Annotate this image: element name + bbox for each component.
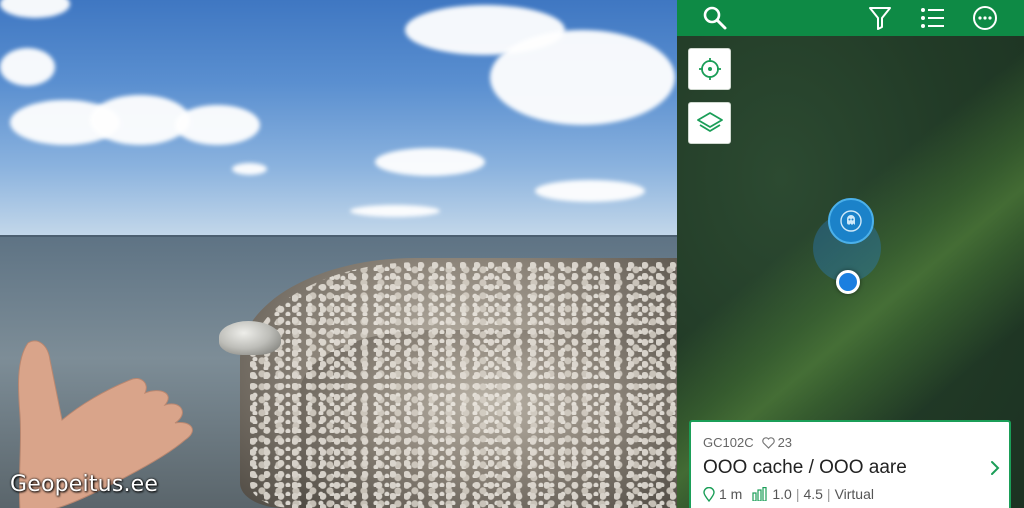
ghost-icon	[840, 210, 862, 232]
crosshair-icon	[698, 58, 721, 80]
terrain: 4.5	[803, 486, 823, 502]
search-button[interactable]	[695, 0, 735, 36]
layers-icon	[696, 112, 723, 132]
separator: |	[795, 486, 800, 502]
satellite-map[interactable]: GC102C 23 OOO cache / OOO aare 1 m 1.0 |…	[677, 36, 1024, 508]
cloud	[490, 30, 675, 125]
horizon	[0, 235, 677, 237]
list-button[interactable]	[913, 0, 953, 36]
favorites-count: 23	[777, 435, 793, 450]
list-icon	[921, 8, 944, 28]
distance: 1 m	[719, 486, 743, 502]
cloud	[0, 48, 55, 86]
distance-pin-icon	[703, 486, 715, 502]
difficulty-bars-icon	[752, 487, 767, 501]
pebbles	[250, 262, 677, 508]
cloud	[375, 148, 485, 176]
chevron-right-icon	[991, 461, 1000, 475]
user-location-dot	[836, 270, 860, 294]
geocaching-app: GC102C 23 OOO cache / OOO aare 1 m 1.0 |…	[677, 0, 1024, 508]
separator: |	[826, 486, 831, 502]
more-icon	[973, 6, 997, 30]
cloud	[350, 205, 440, 217]
cloud	[232, 163, 267, 175]
filter-icon	[869, 7, 891, 30]
locate-button[interactable]	[688, 48, 731, 90]
photo-panel: Geopeitus.ee	[0, 0, 677, 508]
filter-button[interactable]	[860, 0, 900, 36]
cloud	[175, 105, 260, 145]
heart-icon	[761, 436, 775, 449]
cache-type: Virtual	[834, 486, 874, 502]
cache-meta: 1 m 1.0 | 4.5 | Virtual	[703, 486, 874, 502]
cache-name: OOO cache / OOO aare	[703, 457, 907, 478]
more-button[interactable]	[965, 0, 1005, 36]
top-toolbar	[677, 0, 1024, 36]
favorites: 23	[761, 435, 793, 450]
cache-marker[interactable]	[828, 198, 874, 244]
watermark: Geopeitus.ee	[10, 472, 159, 497]
search-icon	[703, 6, 727, 30]
cache-card[interactable]: GC102C 23 OOO cache / OOO aare 1 m 1.0 |…	[689, 420, 1011, 508]
cloud	[535, 180, 645, 202]
cache-code-row: GC102C 23	[703, 435, 792, 450]
cache-code: GC102C	[703, 435, 754, 450]
difficulty: 1.0	[772, 486, 792, 502]
layers-button[interactable]	[688, 102, 731, 144]
